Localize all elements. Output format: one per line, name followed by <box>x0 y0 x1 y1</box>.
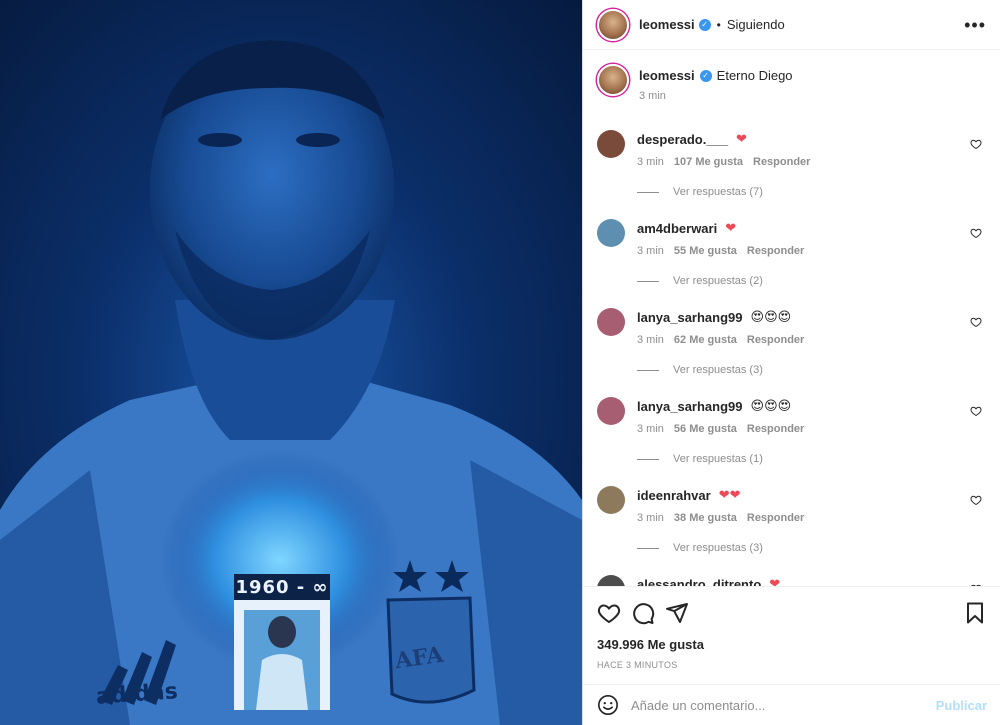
author-username[interactable]: leomessi <box>639 17 695 32</box>
caption-author-avatar[interactable] <box>597 64 629 96</box>
post-photo-illustration <box>0 40 582 725</box>
comment-username[interactable]: alessandro_ditrento <box>637 573 761 586</box>
post-image[interactable]: 1960 - ∞ AFA adidas <box>0 0 582 725</box>
comment-text: 😍😍😍 <box>750 310 792 325</box>
comment-likes[interactable]: 38 Me gusta <box>674 512 737 524</box>
comment-likes[interactable]: 55 Me gusta <box>674 245 737 257</box>
comment-time[interactable]: 3 min <box>637 156 664 168</box>
comment-username[interactable]: lanya_sarhang99 <box>637 306 743 330</box>
verified-badge-icon: ✓ <box>698 18 711 31</box>
comment-text: ❤ <box>736 132 747 147</box>
comment-likes[interactable]: 107 Me gusta <box>674 156 743 168</box>
author-avatar[interactable] <box>597 8 629 41</box>
more-options-icon[interactable]: ••• <box>964 16 986 34</box>
reply-button[interactable]: Responder <box>747 334 804 346</box>
reply-button[interactable]: Responder <box>747 423 804 435</box>
post-header: leomessi ✓ • Siguiendo ••• <box>583 0 1000 50</box>
view-replies-button[interactable]: Ver respuestas (2) <box>637 275 986 287</box>
comment-item: ideenrahvar ❤❤ 3 min 38 Me gusta Respond… <box>597 484 986 573</box>
comment-like-heart-icon[interactable] <box>970 316 982 328</box>
comment-item: lanya_sarhang99 😍😍😍 3 min 62 Me gusta Re… <box>597 306 986 395</box>
comment-input[interactable] <box>631 697 936 713</box>
comment-like-heart-icon[interactable] <box>970 138 982 150</box>
replies-divider <box>637 547 659 549</box>
comment-text: ❤❤ <box>718 488 741 503</box>
post-caption: leomessi ✓ Eterno Diego 3 min <box>597 64 986 128</box>
replies-divider <box>637 191 659 193</box>
heart-outline-icon[interactable] <box>597 601 621 625</box>
comment-username[interactable]: am4dberwari <box>637 217 717 241</box>
comment-item: alessandro_ditrento ❤ <box>597 573 986 586</box>
reply-button[interactable]: Responder <box>747 245 804 257</box>
view-replies-button[interactable]: Ver respuestas (3) <box>637 364 986 376</box>
caption-text: Eterno Diego <box>716 68 793 83</box>
comment-like-heart-icon[interactable] <box>970 494 982 506</box>
publish-button[interactable]: Publicar <box>936 698 987 713</box>
comment-username[interactable]: desperado.___ <box>637 128 728 152</box>
comment-avatar[interactable] <box>597 308 625 336</box>
add-comment-bar: Publicar <box>583 684 1000 725</box>
comment-likes[interactable]: 56 Me gusta <box>674 423 737 435</box>
send-paper-plane-icon[interactable] <box>665 601 689 625</box>
comment-avatar[interactable] <box>597 486 625 514</box>
comment-bubble-icon[interactable] <box>631 601 655 625</box>
post-time-ago[interactable]: HACE 3 MINUTOS <box>597 660 987 670</box>
comment-text: ❤ <box>725 221 737 236</box>
post-side-panel: leomessi ✓ • Siguiendo ••• leomessi ✓ Et… <box>582 0 1000 725</box>
comment-time[interactable]: 3 min <box>637 245 664 257</box>
shirt-year-label: 1960 - ∞ <box>234 574 330 600</box>
comment-avatar[interactable] <box>597 130 625 158</box>
likes-count[interactable]: 349.996 Me gusta <box>597 637 987 652</box>
view-replies-label: Ver respuestas (7) <box>673 186 763 198</box>
follow-status-button[interactable]: Siguiendo <box>727 17 785 32</box>
caption-time[interactable]: 3 min <box>639 90 666 102</box>
reply-button[interactable]: Responder <box>753 156 810 168</box>
comment-text: ❤ <box>769 577 781 586</box>
view-replies-label: Ver respuestas (2) <box>673 275 763 287</box>
comment-avatar[interactable] <box>597 219 625 247</box>
comment-likes[interactable]: 62 Me gusta <box>674 334 737 346</box>
verified-badge-icon: ✓ <box>699 70 712 82</box>
comment-time[interactable]: 3 min <box>637 334 664 346</box>
comment-avatar[interactable] <box>597 397 625 425</box>
caption-username[interactable]: leomessi <box>639 64 695 88</box>
view-replies-button[interactable]: Ver respuestas (1) <box>637 453 986 465</box>
comment-username[interactable]: ideenrahvar <box>637 484 711 508</box>
comment-text: 😍😍😍 <box>750 399 792 414</box>
reply-button[interactable]: Responder <box>747 512 804 524</box>
comment-like-heart-icon[interactable] <box>970 227 982 239</box>
comment-time[interactable]: 3 min <box>637 512 664 524</box>
header-separator: • <box>716 17 721 32</box>
post-actions: 349.996 Me gusta HACE 3 MINUTOS <box>583 586 1000 670</box>
replies-divider <box>637 458 659 460</box>
view-replies-label: Ver respuestas (3) <box>673 542 763 554</box>
comment-item: am4dberwari ❤ 3 min 55 Me gusta Responde… <box>597 217 986 306</box>
comment-like-heart-icon[interactable] <box>970 405 982 417</box>
view-replies-label: Ver respuestas (1) <box>673 453 763 465</box>
replies-divider <box>637 280 659 282</box>
comment-avatar[interactable] <box>597 575 625 586</box>
comment-item: desperado.___ ❤ 3 min 107 Me gusta Respo… <box>597 128 986 217</box>
view-replies-button[interactable]: Ver respuestas (7) <box>637 186 986 198</box>
view-replies-button[interactable]: Ver respuestas (3) <box>637 542 986 554</box>
emoji-smile-icon[interactable] <box>597 694 619 716</box>
comments-list[interactable]: leomessi ✓ Eterno Diego 3 min desperado.… <box>583 50 1000 586</box>
view-replies-label: Ver respuestas (3) <box>673 364 763 376</box>
comment-username[interactable]: lanya_sarhang99 <box>637 395 743 419</box>
comment-time[interactable]: 3 min <box>637 423 664 435</box>
comment-item: lanya_sarhang99 😍😍😍 3 min 56 Me gusta Re… <box>597 395 986 484</box>
bookmark-icon[interactable] <box>963 601 987 625</box>
replies-divider <box>637 369 659 371</box>
